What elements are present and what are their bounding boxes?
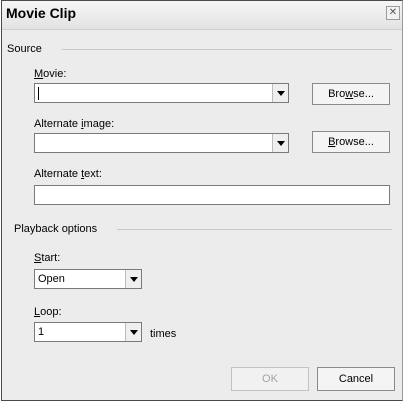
movie-dropdown-arrow-icon[interactable] (272, 84, 288, 102)
loop-value: 1 (38, 326, 45, 338)
start-dropdown-arrow-icon[interactable] (125, 270, 141, 288)
loop-label: Loop: (34, 306, 62, 318)
loop-dropdown-arrow-icon[interactable] (125, 323, 141, 341)
close-icon[interactable]: ✕ (386, 6, 400, 20)
alternate-image-combobox[interactable] (34, 133, 289, 153)
cancel-button[interactable]: Cancel (317, 367, 395, 391)
alternate-text-input[interactable] (34, 185, 390, 205)
start-value: Open (38, 273, 65, 285)
alternate-image-dropdown-arrow-icon[interactable] (272, 134, 288, 152)
source-section-label: Source (7, 43, 42, 55)
movie-clip-dialog: Movie Clip ✕ Source Movie: Browse... Alt… (1, 0, 403, 401)
loop-times-label: times (150, 328, 177, 340)
loop-select[interactable]: 1 (34, 322, 142, 342)
ok-button[interactable]: OK (231, 367, 309, 391)
movie-label: Movie: (34, 68, 67, 80)
alternate-text-label: Alternate text: (34, 168, 102, 180)
alternate-image-label: Alternate image: (34, 118, 115, 130)
text-caret (38, 87, 39, 100)
title-bar[interactable]: Movie Clip ✕ (2, 1, 402, 30)
start-label: Start: (34, 252, 61, 264)
dialog-title: Movie Clip (6, 5, 77, 21)
start-select[interactable]: Open (34, 269, 142, 289)
playback-divider (117, 229, 392, 230)
source-divider (62, 49, 392, 50)
browse-image-button[interactable]: Browse... (312, 131, 390, 153)
movie-combobox[interactable] (34, 83, 289, 103)
browse-movie-button[interactable]: Browse... (312, 83, 390, 105)
playback-section-label: Playback options (14, 223, 98, 235)
